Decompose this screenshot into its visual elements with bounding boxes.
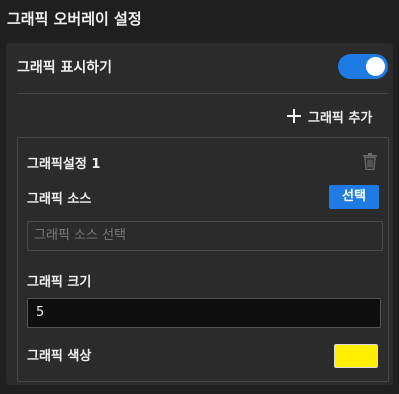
graphic-card: 그래픽설정 1 그래픽 소스 선택 그래픽 크기 5 그래픽 색상 <box>17 137 389 382</box>
graphic-color-label: 그래픽 색상 <box>27 349 92 364</box>
trash-icon[interactable] <box>363 153 377 171</box>
select-source-button[interactable]: 선택 <box>329 185 379 209</box>
graphic-source-input[interactable] <box>27 221 383 251</box>
graphic-source-label: 그래픽 소스 <box>27 192 92 207</box>
page-title: 그래픽 오버레이 설정 <box>7 10 142 28</box>
graphic-color-swatch[interactable] <box>334 344 378 368</box>
divider <box>17 93 388 94</box>
add-graphic-button[interactable]: 그래픽 추가 <box>286 105 372 127</box>
show-graphic-label: 그래픽 표시하기 <box>17 60 113 76</box>
show-graphic-row: 그래픽 표시하기 <box>6 43 393 93</box>
graphic-name: 그래픽설정 1 <box>27 157 101 172</box>
overlay-settings-panel: 그래픽 표시하기 그래픽 추가 그래픽설정 1 그래픽 소스 선택 그래픽 크기… <box>6 43 393 385</box>
graphic-size-label: 그래픽 크기 <box>27 275 92 290</box>
add-graphic-label: 그래픽 추가 <box>308 110 373 126</box>
toggle-knob <box>366 57 385 76</box>
plus-icon <box>286 108 302 124</box>
graphic-size-input[interactable]: 5 <box>27 298 381 328</box>
show-graphic-toggle[interactable] <box>338 54 388 79</box>
